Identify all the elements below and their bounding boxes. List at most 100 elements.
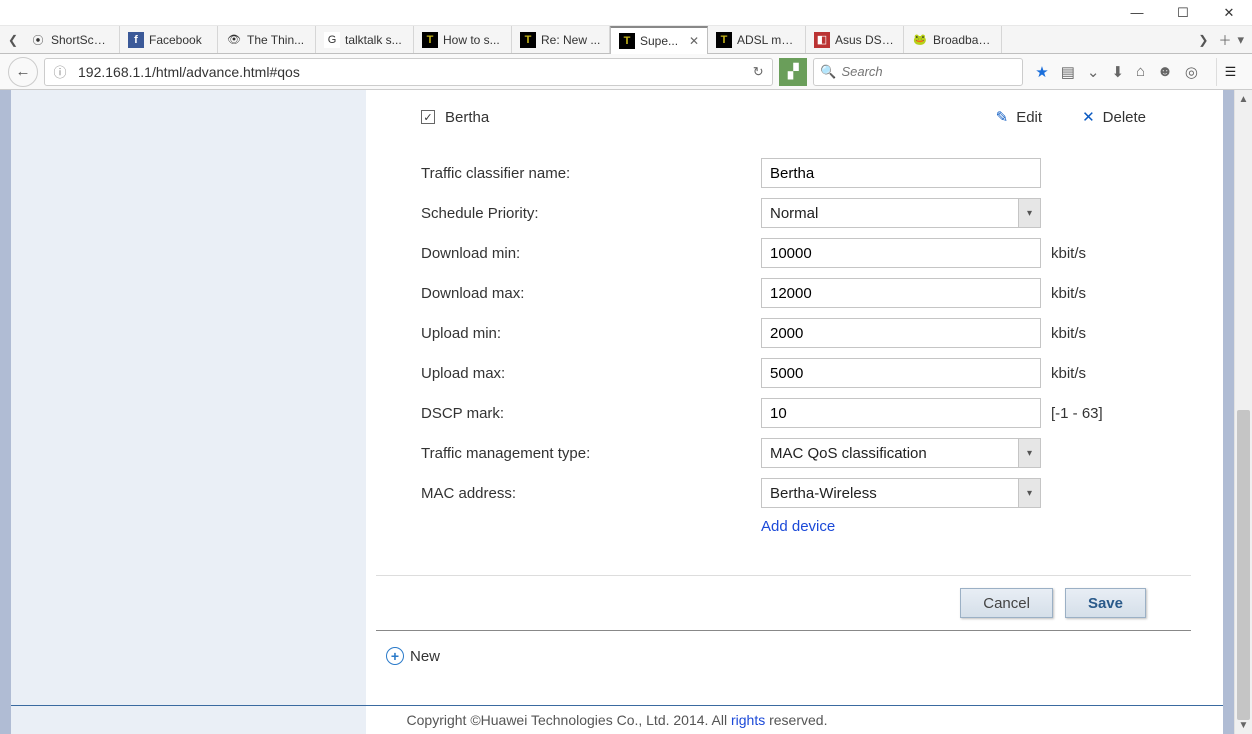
pocket-icon[interactable]: ⌄ <box>1087 63 1100 81</box>
tab-howto[interactable]: T How to s... <box>414 26 512 53</box>
scroll-up-icon[interactable]: ▲ <box>1235 90 1252 108</box>
tab-label: Broadban... <box>933 33 993 47</box>
tab-label: Re: New ... <box>541 33 600 47</box>
vertical-scrollbar[interactable]: ▲ ▼ <box>1234 90 1252 734</box>
home-icon[interactable]: ⌂ <box>1136 63 1145 80</box>
tab-asus[interactable]: ◧ Asus DSL... <box>806 26 904 53</box>
new-rule-button[interactable]: + New <box>386 647 440 665</box>
form-footer: Cancel Save <box>376 575 1191 631</box>
select-mgmt-value: MAC QoS classification <box>770 445 927 462</box>
select-mac-value: Bertha-Wireless <box>770 485 877 502</box>
input-ul-min[interactable] <box>761 318 1041 348</box>
tab-label: Supe... <box>640 34 678 48</box>
chat-icon[interactable]: ☻ <box>1157 63 1173 80</box>
rule-checkbox[interactable]: ✓ <box>421 110 435 124</box>
tab-close-icon[interactable]: ✕ <box>689 34 699 48</box>
label-dl-min: Download min: <box>421 245 761 262</box>
tab-broadband[interactable]: 🐸 Broadban... <box>904 26 1002 53</box>
scrollbar-thumb[interactable] <box>1237 410 1250 720</box>
search-input[interactable] <box>841 64 1019 79</box>
new-label: New <box>410 648 440 665</box>
menu-button[interactable]: ☰ <box>1216 58 1244 86</box>
tab-renew[interactable]: T Re: New ... <box>512 26 610 53</box>
sync-icon[interactable]: ◎ <box>1185 63 1198 81</box>
input-dl-max[interactable] <box>761 278 1041 308</box>
tab-scroll-right-icon[interactable]: ❯ <box>1194 33 1212 47</box>
label-dscp: DSCP mark: <box>421 405 761 422</box>
site-info-icon[interactable]: ⓘ <box>48 60 72 84</box>
library-icon[interactable]: ▤ <box>1061 63 1075 81</box>
browser-tabstrip: ❮ ⦿ ShortScal... f Facebook 👁 The Thin..… <box>0 26 1252 54</box>
input-dscp[interactable] <box>761 398 1041 428</box>
search-icon: 🔍 <box>820 64 836 80</box>
new-tab-button[interactable]: ＋ <box>1218 30 1231 49</box>
left-sidebar <box>11 90 366 734</box>
select-mgmt[interactable]: MAC QoS classification ▾ <box>761 438 1041 468</box>
window-close-button[interactable]: ✕ <box>1206 0 1252 26</box>
back-button[interactable]: ← <box>8 57 38 87</box>
rule-title: Bertha <box>445 109 489 126</box>
chevron-down-icon: ▾ <box>1018 199 1040 227</box>
chevron-down-icon: ▾ <box>1018 439 1040 467</box>
add-device-link[interactable]: Add device <box>761 518 835 535</box>
cancel-button[interactable]: Cancel <box>960 588 1053 618</box>
edit-button[interactable]: ✎ Edit <box>996 108 1042 126</box>
tab-label: ADSL mo... <box>737 33 797 47</box>
page-viewport: ✓ Bertha ✎ Edit ✕ Delete <box>0 90 1252 734</box>
tab-super-active[interactable]: T Supe... ✕ <box>610 26 708 54</box>
url-bar[interactable]: ⓘ ↻ <box>44 58 773 86</box>
window-minimize-button[interactable]: — <box>1114 0 1160 26</box>
favicon-frog-icon: 🐸 <box>912 32 928 48</box>
select-priority-value: Normal <box>770 205 818 222</box>
page-footer: Copyright ©Huawei Technologies Co., Ltd.… <box>11 705 1223 734</box>
suffix-kbits: kbit/s <box>1051 245 1086 262</box>
tab-adsl[interactable]: T ADSL mo... <box>708 26 806 53</box>
favicon-eye-icon: 👁 <box>226 32 242 48</box>
tab-thinkbroadband[interactable]: 👁 The Thin... <box>218 26 316 53</box>
label-mgmt: Traffic management type: <box>421 445 761 462</box>
delete-button[interactable]: ✕ Delete <box>1082 108 1146 126</box>
input-classifier[interactable] <box>761 158 1041 188</box>
footer-suffix: reserved. <box>765 712 827 728</box>
label-ul-max: Upload max: <box>421 365 761 382</box>
favicon-t-icon: T <box>422 32 438 48</box>
tab-facebook[interactable]: f Facebook <box>120 26 218 53</box>
downloads-icon[interactable]: ⬇ <box>1111 63 1124 81</box>
tab-scroll-left-icon[interactable]: ❮ <box>4 26 22 53</box>
input-ul-max[interactable] <box>761 358 1041 388</box>
tab-shortscale[interactable]: ⦿ ShortScal... <box>22 26 120 53</box>
tab-dropdown-icon[interactable]: ▾ <box>1237 32 1244 48</box>
label-priority: Schedule Priority: <box>421 205 761 222</box>
scroll-down-icon[interactable]: ▼ <box>1235 716 1252 734</box>
site-identity-badge[interactable]: ▞ <box>779 58 807 86</box>
save-button[interactable]: Save <box>1065 588 1146 618</box>
reload-icon[interactable]: ↻ <box>744 64 772 80</box>
label-ul-min: Upload min: <box>421 325 761 342</box>
select-priority[interactable]: Normal ▾ <box>761 198 1041 228</box>
favicon-shortscale-icon: ⦿ <box>30 32 46 48</box>
tab-label: The Thin... <box>247 33 304 47</box>
delete-label: Delete <box>1103 109 1146 126</box>
suffix-kbits: kbit/s <box>1051 325 1086 342</box>
favicon-asus-icon: ◧ <box>814 32 830 48</box>
window-maximize-button[interactable]: ☐ <box>1160 0 1206 26</box>
delete-icon: ✕ <box>1082 108 1095 126</box>
bookmark-star-icon[interactable]: ★ <box>1035 63 1048 81</box>
plus-icon: + <box>386 647 404 665</box>
rule-form: Traffic classifier name: Schedule Priori… <box>376 138 1191 555</box>
search-bar[interactable]: 🔍 <box>813 58 1023 86</box>
input-dl-min[interactable] <box>761 238 1041 268</box>
tab-label: Facebook <box>149 33 202 47</box>
suffix-kbits: kbit/s <box>1051 285 1086 302</box>
favicon-google-icon: G <box>324 32 340 48</box>
favicon-t-icon: T <box>619 33 635 49</box>
footer-prefix: Copyright ©Huawei Technologies Co., Ltd.… <box>407 712 731 728</box>
label-classifier: Traffic classifier name: <box>421 165 761 182</box>
footer-rights-link[interactable]: rights <box>731 712 765 728</box>
suffix-kbits: kbit/s <box>1051 365 1086 382</box>
edit-icon: ✎ <box>996 108 1009 126</box>
tab-talktalk[interactable]: G talktalk s... <box>316 26 414 53</box>
favicon-t-icon: T <box>520 32 536 48</box>
select-mac[interactable]: Bertha-Wireless ▾ <box>761 478 1041 508</box>
url-input[interactable] <box>72 64 744 80</box>
